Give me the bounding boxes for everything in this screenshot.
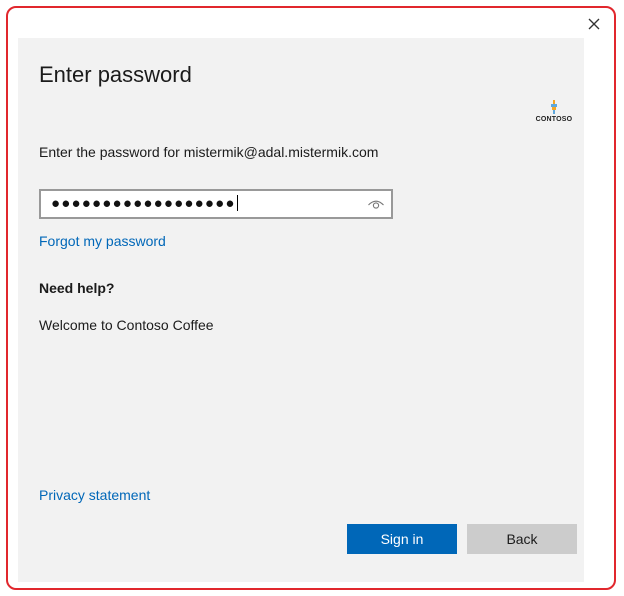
password-prompt: Enter the password for mistermik@adal.mi… — [39, 144, 379, 160]
close-icon — [588, 18, 600, 30]
back-button[interactable]: Back — [467, 524, 577, 554]
text-caret — [236, 195, 238, 211]
logo-text: CONTOSO — [535, 116, 573, 123]
close-button[interactable] — [582, 12, 606, 36]
sign-in-window: Enter password CONTOSO Enter the passwor… — [6, 6, 616, 590]
password-masked-value: ●●●●●●●●●●●●●●●●●● — [51, 195, 238, 212]
eye-icon[interactable] — [367, 196, 385, 212]
page-title: Enter password — [39, 62, 192, 87]
contoso-logo: CONTOSO — [530, 100, 578, 130]
help-text: Welcome to Contoso Coffee — [39, 317, 214, 333]
sign-in-button[interactable]: Sign in — [347, 524, 457, 554]
help-heading: Need help? — [39, 280, 115, 296]
password-field[interactable]: ●●●●●●●●●●●●●●●●●● — [39, 189, 393, 219]
contoso-logo-mark — [551, 100, 557, 114]
forgot-password-link[interactable]: Forgot my password — [39, 233, 166, 249]
privacy-statement-link[interactable]: Privacy statement — [39, 487, 150, 503]
